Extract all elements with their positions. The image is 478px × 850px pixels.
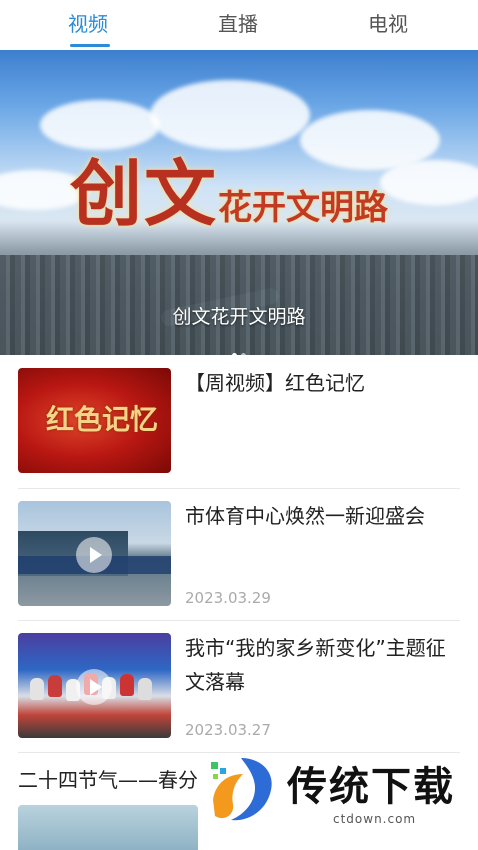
tab-live[interactable]: 直播	[218, 8, 258, 37]
tab-tv[interactable]: 电视	[368, 8, 408, 37]
video-date: 2023.03.27	[185, 721, 271, 739]
banner-artwork-small: 花开文明路	[218, 188, 389, 228]
video-thumbnail: 红色记忆	[18, 368, 171, 473]
video-thumbnail	[18, 501, 171, 606]
play-icon	[76, 537, 112, 573]
video-thumbnail	[18, 633, 171, 738]
banner-carousel[interactable]: 创文花开文明路 创文花开文明路	[0, 50, 478, 355]
video-title: 市体育中心焕然一新迎盛会	[185, 504, 425, 528]
watermark-overlay: 传统下载 ctdown.com	[205, 750, 478, 830]
tab-video[interactable]: 视频	[68, 8, 108, 37]
video-title-partial[interactable]: 二十四节气——春分	[18, 764, 198, 793]
video-thumbnail-partial[interactable]	[18, 805, 198, 850]
banner-caption: 创文花开文明路	[172, 306, 306, 328]
video-date: 2023.03.29	[185, 589, 271, 607]
play-icon	[76, 669, 112, 705]
carousel-dots	[230, 343, 248, 355]
divider	[18, 620, 460, 621]
watermark-logo-icon	[211, 758, 272, 821]
carousel-dot	[241, 353, 246, 355]
carousel-dot-active	[232, 353, 237, 355]
video-title: 我市“我的家乡新变化”主题征文落幕	[185, 636, 446, 694]
active-tab-indicator	[70, 44, 110, 47]
watermark-url: ctdown.com	[333, 812, 417, 826]
divider	[18, 488, 460, 489]
thumbnail-text: 红色记忆	[46, 403, 159, 436]
banner-artwork-title: 创文花开文明路	[70, 135, 388, 240]
video-title: 【周视频】红色记忆	[185, 371, 365, 395]
banner-artwork-big: 创文	[70, 151, 219, 236]
watermark-name: 传统下载	[287, 764, 455, 810]
top-tab-bar: 视频 直播 电视	[0, 0, 478, 50]
